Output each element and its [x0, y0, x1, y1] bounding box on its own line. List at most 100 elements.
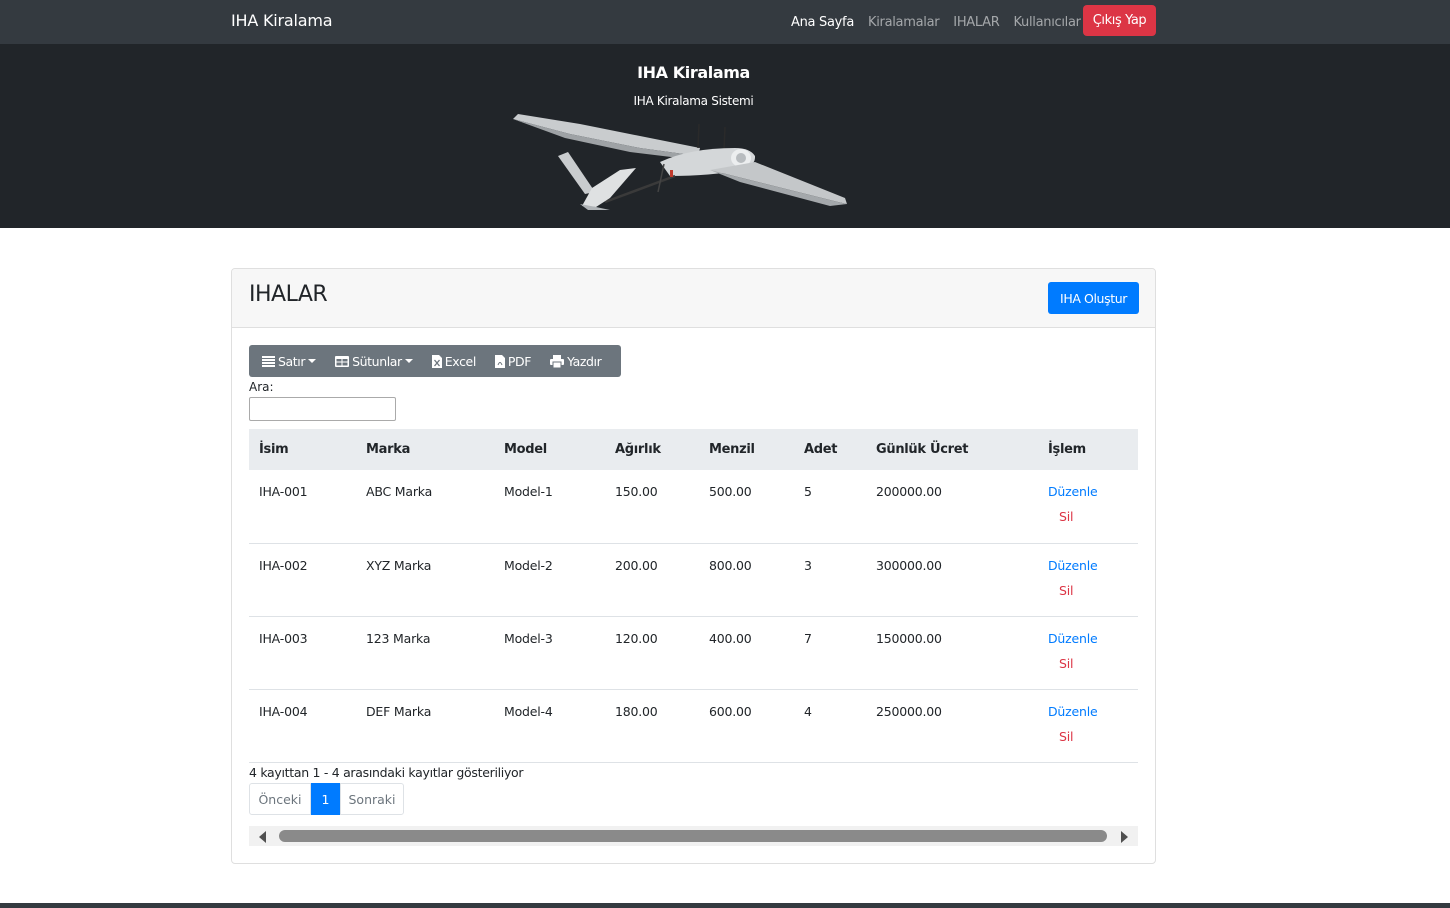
- hero-subtitle: IHA Kiralama Sistemi: [633, 94, 754, 108]
- col-header-brand[interactable]: Marka: [356, 429, 494, 470]
- ihalar-card: IHALAR IHA Oluştur Satır Sütunlar Excel: [231, 268, 1156, 864]
- cell-brand: ABC Marka: [356, 470, 494, 544]
- cell-actions: Düzenle Sil: [1038, 616, 1138, 690]
- edit-link[interactable]: Düzenle: [1048, 631, 1138, 646]
- hero-banner: IHA Kiralama IHA Kiralama Sistemi: [0, 44, 1450, 228]
- cell-daily-fee: 150000.00: [866, 616, 1038, 690]
- cell-daily-fee: 300000.00: [866, 543, 1038, 617]
- scrollbar-thumb[interactable]: [279, 830, 1107, 842]
- create-iha-button[interactable]: IHA Oluştur: [1048, 282, 1139, 314]
- col-header-daily-fee[interactable]: Günlük Ücret: [866, 429, 1038, 470]
- delete-link[interactable]: Sil: [1059, 583, 1138, 598]
- cell-name: IHA-003: [249, 616, 356, 690]
- logout-button[interactable]: Çıkış Yap: [1083, 5, 1156, 36]
- cell-actions: Düzenle Sil: [1038, 689, 1138, 763]
- excel-export-button[interactable]: Excel: [431, 353, 477, 369]
- cell-count: 5: [794, 470, 866, 544]
- col-header-range[interactable]: Menzil: [699, 429, 794, 470]
- cell-range: 400.00: [699, 616, 794, 690]
- cell-model: Model-1: [494, 470, 605, 544]
- col-header-actions[interactable]: İşlem: [1038, 429, 1138, 470]
- table-row: IHA-001 ABC Marka Model-1 150.00 500.00 …: [249, 470, 1138, 544]
- cell-daily-fee: 250000.00: [866, 689, 1038, 763]
- cell-brand: 123 Marka: [356, 616, 494, 690]
- cell-brand: XYZ Marka: [356, 543, 494, 617]
- table-row: IHA-004 DEF Marka Model-4 180.00 600.00 …: [249, 689, 1138, 763]
- cell-range: 800.00: [699, 543, 794, 617]
- drone-image: [513, 114, 847, 210]
- scroll-left-arrow-icon[interactable]: [259, 831, 266, 843]
- col-header-count[interactable]: Adet: [794, 429, 866, 470]
- ihalar-table: İsim Marka Model Ağırlık Menzil Adet Gün…: [249, 429, 1138, 763]
- pdf-label: PDF: [507, 353, 532, 369]
- table-icon: [335, 355, 350, 367]
- cell-model: Model-4: [494, 689, 605, 763]
- caret-down-icon: [308, 359, 317, 363]
- columns-dropdown-button[interactable]: Sütunlar: [335, 354, 413, 369]
- cell-actions: Düzenle Sil: [1038, 543, 1138, 617]
- search-label: Ara:: [249, 380, 274, 394]
- cell-weight: 200.00: [605, 543, 699, 617]
- cell-weight: 120.00: [605, 616, 699, 690]
- top-navbar: IHA Kiralama Ana Sayfa Kiralamalar IHALA…: [0, 0, 1450, 44]
- col-header-weight[interactable]: Ağırlık: [605, 429, 699, 470]
- print-icon: [550, 354, 565, 368]
- page-title: IHALAR: [249, 282, 328, 307]
- cell-daily-fee: 200000.00: [866, 470, 1038, 544]
- cell-range: 600.00: [699, 689, 794, 763]
- print-button[interactable]: Yazdır: [550, 353, 602, 369]
- cell-model: Model-2: [494, 543, 605, 617]
- rows-dropdown-button[interactable]: Satır: [262, 353, 317, 369]
- nav-link-users[interactable]: Kullanıcılar: [1013, 15, 1081, 30]
- pdf-export-button[interactable]: PDF: [494, 353, 532, 369]
- cell-count: 3: [794, 543, 866, 617]
- nav-links: Ana Sayfa Kiralamalar IHALAR Kullanıcıla…: [791, 0, 1095, 44]
- navbar-brand[interactable]: IHA Kiralama: [231, 11, 333, 30]
- card-header: IHALAR IHA Oluştur: [232, 269, 1155, 328]
- table-info: 4 kayıttan 1 - 4 arasındaki kayıtlar gös…: [249, 765, 524, 780]
- scroll-right-arrow-icon[interactable]: [1121, 831, 1128, 843]
- table-row: IHA-002 XYZ Marka Model-2 200.00 800.00 …: [249, 543, 1138, 617]
- hero-title: IHA Kiralama: [637, 63, 750, 82]
- rows-label: Satır: [278, 353, 306, 369]
- bars-icon: [262, 355, 275, 367]
- cell-name: IHA-001: [249, 470, 356, 544]
- horizontal-scrollbar[interactable]: [249, 826, 1138, 846]
- col-header-model[interactable]: Model: [494, 429, 605, 470]
- table-toolbar: Satır Sütunlar Excel PDF Yazdır: [249, 345, 621, 377]
- edit-link[interactable]: Düzenle: [1048, 484, 1138, 499]
- edit-link[interactable]: Düzenle: [1048, 704, 1138, 719]
- cell-weight: 180.00: [605, 689, 699, 763]
- nav-link-rentals[interactable]: Kiralamalar: [868, 15, 940, 30]
- nav-link-ihalar[interactable]: IHALAR: [953, 15, 999, 30]
- table-header-row: İsim Marka Model Ağırlık Menzil Adet Gün…: [249, 429, 1138, 470]
- cell-name: IHA-002: [249, 543, 356, 617]
- caret-down-icon: [404, 359, 413, 363]
- cell-range: 500.00: [699, 470, 794, 544]
- next-page-button[interactable]: Sonraki: [340, 783, 404, 815]
- excel-label: Excel: [444, 353, 477, 369]
- edit-link[interactable]: Düzenle: [1048, 558, 1138, 573]
- excel-file-icon: [431, 354, 442, 368]
- col-header-name[interactable]: İsim: [249, 429, 356, 470]
- footer-bar: [0, 903, 1450, 908]
- print-label: Yazdır: [567, 353, 602, 369]
- pagination: Önceki 1 Sonraki: [249, 783, 404, 815]
- columns-label: Sütunlar: [352, 353, 402, 369]
- prev-page-button[interactable]: Önceki: [249, 783, 311, 815]
- page-button-current[interactable]: 1: [311, 783, 340, 815]
- cell-count: 4: [794, 689, 866, 763]
- cell-actions: Düzenle Sil: [1038, 470, 1138, 544]
- pdf-file-icon: [494, 354, 505, 368]
- delete-link[interactable]: Sil: [1059, 509, 1138, 524]
- delete-link[interactable]: Sil: [1059, 729, 1138, 744]
- cell-count: 7: [794, 616, 866, 690]
- table-row: IHA-003 123 Marka Model-3 120.00 400.00 …: [249, 616, 1138, 690]
- nav-link-home[interactable]: Ana Sayfa: [791, 15, 854, 30]
- cell-model: Model-3: [494, 616, 605, 690]
- delete-link[interactable]: Sil: [1059, 656, 1138, 671]
- cell-name: IHA-004: [249, 689, 356, 763]
- search-input[interactable]: [249, 397, 396, 421]
- cell-brand: DEF Marka: [356, 689, 494, 763]
- cell-weight: 150.00: [605, 470, 699, 544]
